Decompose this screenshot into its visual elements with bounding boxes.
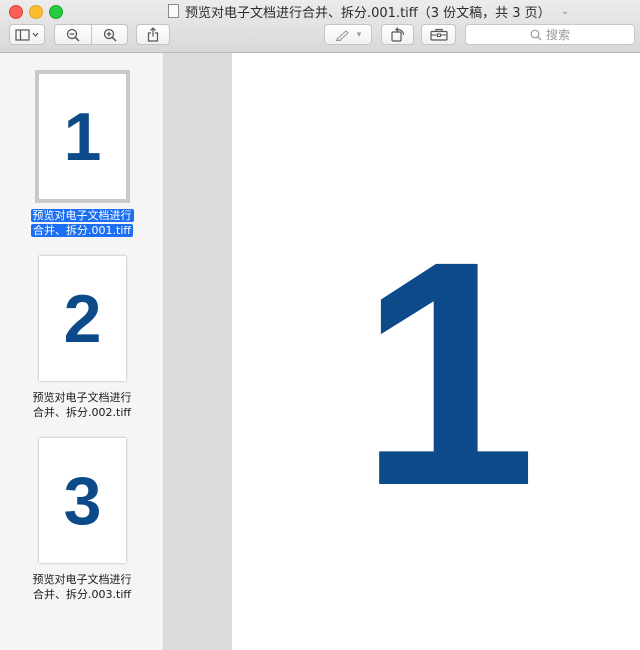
zoom-out-button[interactable] <box>54 24 92 45</box>
thumbnail-number: 1 <box>63 98 102 175</box>
caption-line: 预览对电子文档进行 <box>32 573 132 586</box>
thumbnail-page-1[interactable]: 1 <box>35 70 130 203</box>
zoom-out-icon <box>66 28 80 42</box>
thumbnail-caption-3[interactable]: 预览对电子文档进行 合并、拆分.003.tiff <box>14 572 150 602</box>
document-page[interactable]: 1 <box>232 53 640 650</box>
markup-button[interactable]: ▾ <box>324 24 372 45</box>
thumbnail-caption-1[interactable]: 预览对电子文档进行 合并、拆分.001.tiff <box>14 208 150 238</box>
thumbnail-number: 3 <box>63 462 102 539</box>
sidebar-icon <box>15 28 39 41</box>
close-window-button[interactable] <box>9 5 23 19</box>
search-field[interactable]: 搜索 <box>465 24 635 45</box>
chevron-down-icon[interactable]: ⌄ <box>561 6 569 17</box>
share-icon <box>147 27 159 42</box>
caption-line: 预览对电子文档进行 <box>32 391 132 404</box>
zoom-in-button[interactable] <box>91 24 128 45</box>
search-icon <box>530 29 542 40</box>
search-placeholder: 搜索 <box>545 28 570 42</box>
caption-line: 合并、拆分.001.tiff <box>31 224 133 237</box>
share-button[interactable] <box>136 24 170 45</box>
thumbnail-number: 2 <box>63 280 102 357</box>
zoom-in-icon <box>103 28 117 42</box>
preview-window: 预览对电子文档进行合并、拆分.001.tiff（3 份文稿，共 3 页） ⌄ ▾… <box>0 0 640 650</box>
rotate-icon <box>390 27 404 42</box>
minimize-window-button[interactable] <box>29 5 43 19</box>
thumbnail-sidebar[interactable]: 1 预览对电子文档进行 合并、拆分.001.tiff 2 预览对电子文档进行 合… <box>0 53 164 650</box>
title-bar: 预览对电子文档进行合并、拆分.001.tiff（3 份文稿，共 3 页） ⌄ ▾… <box>0 0 640 53</box>
thumbnail-caption-2[interactable]: 预览对电子文档进行 合并、拆分.002.tiff <box>14 390 150 420</box>
caption-line: 预览对电子文档进行 <box>30 209 134 222</box>
thumbnail-page-3[interactable]: 3 <box>39 438 126 563</box>
toolbox-button[interactable] <box>421 24 456 45</box>
caption-line: 合并、拆分.002.tiff <box>33 406 131 419</box>
document-icon <box>168 4 179 18</box>
pen-icon <box>335 29 349 41</box>
document-viewer[interactable]: 1 <box>164 53 640 650</box>
window-title-text: 预览对电子文档进行合并、拆分.001.tiff（3 份文稿，共 3 页） <box>185 5 551 21</box>
window-title[interactable]: 预览对电子文档进行合并、拆分.001.tiff（3 份文稿，共 3 页） ⌄ <box>168 2 569 21</box>
sidebar-toggle-button[interactable] <box>9 24 45 45</box>
chevron-down-icon: ▾ <box>356 29 362 40</box>
caption-line: 合并、拆分.003.tiff <box>33 588 131 601</box>
thumbnail-page-2[interactable]: 2 <box>39 256 126 381</box>
zoom-window-button[interactable] <box>49 5 63 19</box>
page-content-number: 1 <box>359 194 537 552</box>
toolbox-icon <box>429 28 448 41</box>
rotate-button[interactable] <box>381 24 414 45</box>
